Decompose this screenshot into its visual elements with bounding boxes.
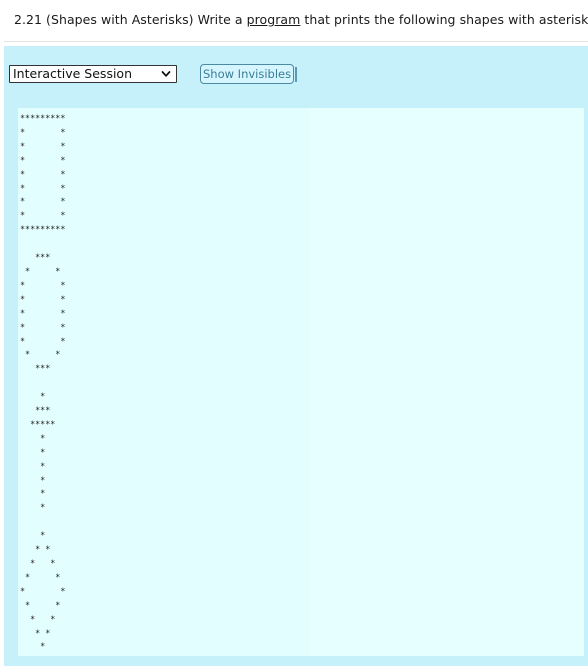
show-invisibles-button[interactable]: Show Invisibles [200,64,295,84]
divider [4,41,588,42]
program-link[interactable]: program [247,12,301,27]
page: 2.21 (Shapes with Asterisks) Write a pro… [0,0,588,666]
program-output: ********* * * * * * * * * * * * * * * **… [20,113,66,652]
chevron-down-icon [161,71,171,77]
session-select[interactable]: Interactive Session [9,65,177,83]
code-runner-panel: Interactive Session Show Invisibles ****… [4,46,588,666]
question-suffix: that prints the following shapes with as… [300,12,588,27]
output-area[interactable]: ********* * * * * * * * * * * * * * * **… [18,108,584,656]
session-select-value: Interactive Session [13,66,133,81]
question-prefix: 2.21 (Shapes with Asterisks) Write a [14,12,247,27]
toolbar: Interactive Session Show Invisibles [4,46,588,108]
question-text: 2.21 (Shapes with Asterisks) Write a pro… [14,12,588,27]
text-cursor [295,67,297,82]
